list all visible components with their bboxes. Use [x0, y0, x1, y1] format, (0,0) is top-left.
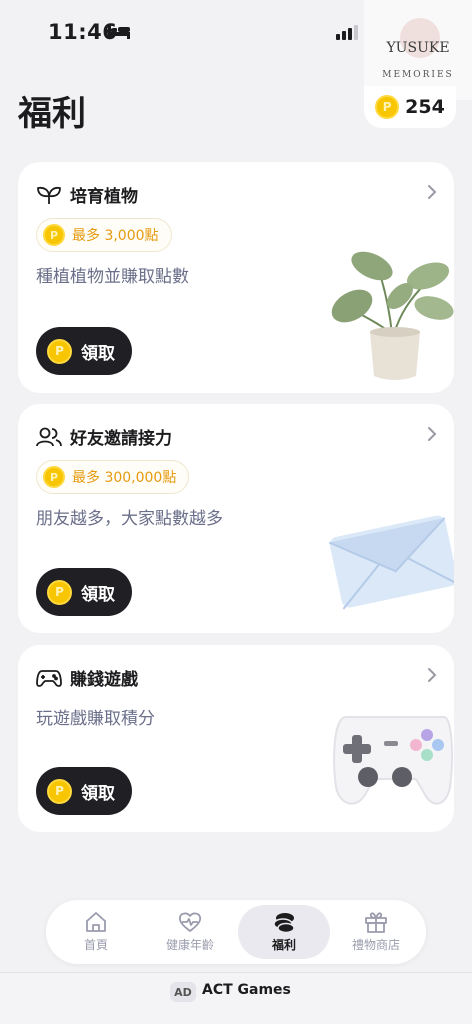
heart-pulse-icon — [178, 912, 202, 932]
claim-button[interactable]: P 領取 — [36, 767, 132, 815]
card-description: 朋友越多，大家點數越多 — [36, 509, 223, 529]
envelope-illustration — [328, 515, 454, 610]
nav-label: 首頁 — [83, 938, 108, 952]
bottom-nav: 首頁 健康年齡 福利 禮物商店 — [46, 900, 426, 964]
coins-icon — [273, 913, 295, 933]
nav-label: 福利 — [271, 938, 296, 952]
nav-item-home[interactable]: 首頁 — [50, 905, 142, 959]
card-earn-games[interactable]: 賺錢遊戲 玩遊戲賺取積分 P 領取 — [18, 645, 454, 832]
watermark-line2: MEMORIES — [382, 70, 454, 80]
status-time: 11:46 — [48, 20, 118, 44]
card-header: 賺錢遊戲 — [36, 665, 138, 690]
friends-icon — [36, 427, 62, 446]
coin-icon: P — [47, 579, 72, 605]
coin-icon: P — [47, 338, 72, 364]
claim-label: 領取 — [81, 584, 115, 605]
nav-item-benefits[interactable]: 福利 — [238, 905, 330, 959]
card-header: 培育植物 — [36, 182, 138, 207]
points-badge[interactable]: P 254 — [364, 86, 456, 128]
coin-icon: P — [47, 778, 72, 804]
bonus-pill: P 最多 300,000點 — [36, 460, 190, 494]
gamepad-icon — [36, 669, 62, 687]
claim-label: 領取 — [81, 783, 115, 804]
ad-bar[interactable]: AD ACT Games — [0, 972, 472, 1024]
card-title: 賺錢遊戲 — [70, 670, 138, 690]
chevron-right-icon[interactable] — [426, 426, 438, 442]
page-title: 福利 — [18, 94, 86, 134]
claim-button[interactable]: P 領取 — [36, 327, 132, 375]
card-description: 玩遊戲賺取積分 — [36, 709, 155, 729]
watermark-line1: YUSUKE — [386, 40, 450, 56]
ad-tag: AD — [170, 982, 196, 1002]
claim-label: 領取 — [81, 343, 115, 364]
coin-icon: P — [43, 224, 65, 246]
signal-icon — [336, 24, 358, 40]
nav-label: 禮物商店 — [351, 938, 400, 952]
home-icon — [86, 912, 106, 932]
nav-item-health-age[interactable]: 健康年齡 — [144, 905, 236, 959]
card-grow-plant[interactable]: 培育植物 P 最多 3,000點 種植植物並賺取點數 P 領取 — [18, 162, 454, 393]
nav-item-gift-shop[interactable]: 禮物商店 — [330, 905, 422, 959]
coin-icon: P — [43, 466, 65, 488]
claim-button[interactable]: P 領取 — [36, 568, 132, 616]
card-header: 好友邀請接力 — [36, 424, 172, 449]
card-title: 培育植物 — [70, 187, 138, 207]
card-title: 好友邀請接力 — [70, 429, 172, 449]
chevron-right-icon[interactable] — [426, 667, 438, 683]
bonus-text: 最多 3,000點 — [72, 228, 159, 244]
sprout-icon — [37, 186, 61, 204]
card-description: 種植植物並賺取點數 — [36, 267, 189, 287]
ad-text[interactable]: ACT Games — [202, 982, 291, 998]
card-invite-friends[interactable]: 好友邀請接力 P 最多 300,000點 朋友越多，大家點數越多 P 領取 — [18, 404, 454, 633]
bed-icon — [108, 25, 130, 39]
coin-icon: P — [375, 95, 400, 119]
potted-plant-illustration — [331, 251, 454, 380]
bonus-pill: P 最多 3,000點 — [36, 218, 172, 252]
bonus-text: 最多 300,000點 — [72, 470, 177, 486]
game-controller-illustration — [333, 716, 453, 805]
chevron-right-icon[interactable] — [426, 184, 438, 200]
watermark: YUSUKE MEMORIES ~~ — [364, 0, 472, 100]
points-value: 254 — [405, 96, 445, 118]
nav-label: 健康年齡 — [165, 938, 214, 952]
gift-icon — [365, 912, 387, 933]
